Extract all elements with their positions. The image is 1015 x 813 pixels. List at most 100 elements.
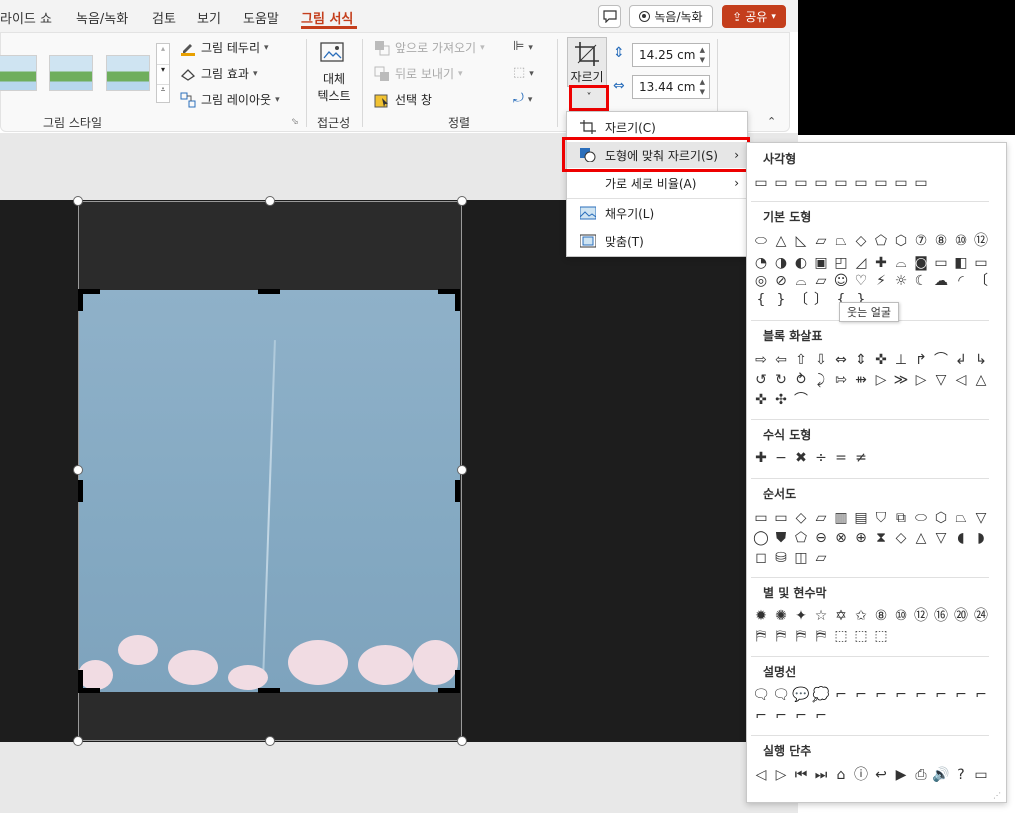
shape-row[interactable]: ◔ ◑ ◐ ▣ ◰ ◿ ✚ ⌓ ◙ ▭ ◧ ▭ — [751, 253, 991, 273]
alt-text-button[interactable]: 대체 텍스트 — [313, 41, 355, 104]
shape-option[interactable]: ▷ — [771, 765, 791, 785]
shape-row[interactable]: ◯ ⛊ ⬠ ⊖ ⊗ ⊕ ⧗ ◇ △ ▽ ◖ ◗ — [751, 528, 991, 548]
comments-button[interactable] — [598, 5, 621, 28]
shape-option[interactable]: ↳ — [971, 350, 991, 370]
picture-style-thumb[interactable] — [0, 55, 37, 91]
shape-option[interactable]: ⌐ — [791, 706, 811, 726]
shape-option[interactable]: ⛉ — [871, 508, 891, 528]
tab-recording[interactable]: 녹음/녹화 — [76, 8, 128, 27]
crop-handle[interactable] — [258, 289, 280, 294]
shape-option[interactable]: ▶ — [891, 765, 911, 785]
shape-option[interactable]: ▭ — [931, 253, 951, 273]
shape-option[interactable]: ⑯ — [931, 606, 951, 626]
shape-option[interactable]: ▷ — [911, 370, 931, 390]
shape-option[interactable]: ◰ — [831, 253, 851, 273]
shape-option[interactable]: 🔊 — [931, 765, 951, 785]
shape-option[interactable]: ↲ — [951, 350, 971, 370]
shape-option[interactable]: ⬭ — [911, 508, 931, 528]
resize-handle[interactable] — [265, 736, 275, 746]
crop-handle[interactable] — [78, 480, 83, 502]
shape-option[interactable]: ✺ — [771, 606, 791, 626]
shape-option[interactable]: ☆ — [811, 606, 831, 626]
shape-option[interactable]: ⑳ — [951, 606, 971, 626]
shape-option[interactable]: ⌐ — [751, 706, 771, 726]
shape-option[interactable]: ÷ — [811, 448, 831, 468]
shape-option[interactable]: 🗨 — [751, 685, 771, 705]
chevron-down-icon[interactable]: ▾ — [157, 64, 169, 84]
shape-option[interactable]: ⑧ — [871, 606, 891, 626]
shape-option[interactable]: ▭ — [851, 173, 871, 193]
shape-option[interactable]: ⏢ — [831, 231, 851, 251]
resize-handle[interactable] — [457, 196, 467, 206]
shape-option[interactable]: ▱ — [811, 271, 831, 291]
menu-item-fill[interactable]: 채우기(L) — [567, 200, 747, 226]
shape-option[interactable]: ⏢ — [951, 508, 971, 528]
shape-option[interactable]: ⊕ — [851, 528, 871, 548]
selection-pane-button[interactable]: 선택 창 — [374, 91, 432, 108]
crop-handle[interactable] — [455, 289, 460, 311]
shape-option[interactable]: ◗ — [971, 528, 991, 548]
shape-option[interactable]: ⌐ — [951, 685, 971, 705]
shape-option[interactable]: ◇ — [851, 231, 871, 251]
shape-option[interactable]: ▭ — [971, 253, 991, 273]
shape-option[interactable]: ⬡ — [931, 508, 951, 528]
shape-option[interactable]: ☺ — [831, 271, 851, 291]
shape-option[interactable]: ✜ — [871, 350, 891, 370]
shape-option[interactable]: ✦ — [791, 606, 811, 626]
shape-option[interactable]: ⑩ — [891, 606, 911, 626]
shape-option[interactable]: ▱ — [811, 508, 831, 528]
shape-option[interactable]: ◜ — [951, 271, 971, 291]
tab-picture-format[interactable]: 그림 서식 — [301, 8, 353, 27]
shape-option[interactable]: ⑫ — [971, 231, 991, 251]
shape-row[interactable]: ◁ ▷ ⏮ ⏭ ⌂ ⓘ ↩ ▶ ⎙ 🔊? ▭ — [751, 765, 991, 785]
shape-option[interactable]: ◇ — [891, 528, 911, 548]
shape-row[interactable]: ◎ ⊘ ⌓ ▱ ☺ ♡ ⚡ ☼ ☾ ☁ ◜ 〔 — [751, 271, 991, 291]
shape-option[interactable]: ◖ — [951, 528, 971, 548]
shape-option[interactable]: △ — [971, 370, 991, 390]
shape-option[interactable]: 〔 — [791, 290, 811, 310]
shape-option[interactable]: ⬡ — [891, 231, 911, 251]
bring-forward-button[interactable]: 앞으로 가져오기 ▾ — [374, 39, 485, 56]
shape-option[interactable]: ⌒ — [931, 350, 951, 370]
shape-option[interactable]: ⛿ — [771, 626, 791, 646]
send-backward-button[interactable]: 뒤로 보내기 ▾ — [374, 65, 463, 82]
shape-option[interactable]: ⇕ — [851, 350, 871, 370]
shape-option[interactable]: ☾ — [911, 271, 931, 291]
shape-option[interactable]: 🗨 — [771, 685, 791, 705]
shape-option[interactable]: 〔 — [971, 271, 991, 291]
align-button[interactable]: ⊫ ▾ — [513, 39, 533, 54]
shape-option[interactable]: ⛁ — [771, 548, 791, 568]
shape-option[interactable]: ▽ — [971, 508, 991, 528]
shape-option[interactable]: ⏭ — [811, 765, 831, 785]
picture-style-thumb[interactable] — [106, 55, 150, 91]
shape-row[interactable]: ↺ ↻ ⥁ ⤸ ⇰ ⇻ ▷ ≫ ▷ ▽ ◁ △ — [751, 370, 991, 390]
shape-option[interactable]: ▣ — [811, 253, 831, 273]
shape-option[interactable]: ⌐ — [891, 685, 911, 705]
shape-option[interactable]: ◐ — [791, 253, 811, 273]
chevron-up-icon[interactable]: ▴ — [157, 44, 169, 64]
shape-option[interactable]: ⌐ — [831, 685, 851, 705]
crop-handle[interactable] — [455, 670, 460, 692]
shape-option[interactable]: ↻ — [771, 370, 791, 390]
shape-option[interactable]: ⬭ — [751, 231, 771, 251]
tab-slideshow[interactable]: 라이드 쇼 — [0, 8, 52, 27]
shape-option[interactable]: ⊗ — [831, 528, 851, 548]
shape-option[interactable]: ⏮ — [791, 765, 811, 785]
shape-option[interactable]: ▷ — [871, 370, 891, 390]
tab-help[interactable]: 도움말 — [243, 8, 279, 27]
gallery-scroll[interactable]: ▴ ▾ ⩡ — [156, 43, 170, 103]
shape-option[interactable]: ⛿ — [811, 626, 831, 646]
shape-option[interactable]: ⬠ — [871, 231, 891, 251]
shape-option[interactable]: ◺ — [791, 231, 811, 251]
shape-option[interactable]: ⌐ — [811, 706, 831, 726]
crop-handle[interactable] — [78, 289, 83, 311]
shape-option[interactable]: ✹ — [751, 606, 771, 626]
shape-row[interactable]: ✹ ✺ ✦ ☆ ✡ ✩ ⑧ ⑩ ⑫ ⑯ ⑳ ㉔ — [751, 606, 991, 626]
shape-option[interactable]: { — [751, 290, 771, 310]
shape-option[interactable]: ㉔ — [971, 606, 991, 626]
shape-option[interactable]: ⛿ — [791, 626, 811, 646]
resize-handle[interactable] — [73, 196, 83, 206]
shape-option[interactable]: ▭ — [871, 173, 891, 193]
shape-option[interactable]: ↩ — [871, 765, 891, 785]
shape-row[interactable]: ◻ ⛁ ◫ ▱ — [751, 548, 831, 568]
